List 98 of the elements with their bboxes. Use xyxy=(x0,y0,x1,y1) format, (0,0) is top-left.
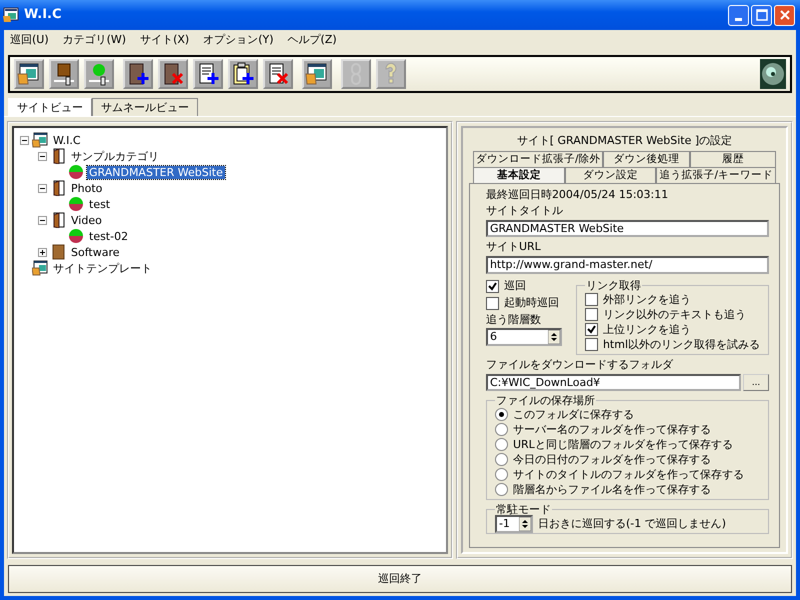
browse-button[interactable]: ... xyxy=(743,374,769,392)
tree-item[interactable]: サンプルカテゴリ xyxy=(69,150,161,163)
tree-item[interactable]: test-02 xyxy=(87,230,130,243)
checkbox-label: リンク以外のテキストも追う xyxy=(602,308,746,321)
tree-item[interactable]: Photo xyxy=(69,182,104,195)
radio-label: 階層名からファイル名を作って保存する xyxy=(512,483,711,496)
tree-item[interactable]: W.I.C xyxy=(51,134,83,147)
ball-icon xyxy=(68,164,84,180)
radio-button[interactable] xyxy=(494,483,508,496)
radio-label: このフォルダに保存する xyxy=(512,408,634,422)
site-url-field[interactable]: http://www.grand-master.net/ xyxy=(486,256,769,274)
folder-field[interactable]: C:¥WIC_DownLoad¥ xyxy=(486,374,741,392)
tree-item[interactable]: Video xyxy=(69,214,104,227)
ball-slider-button[interactable] xyxy=(84,59,114,89)
maximize-button[interactable] xyxy=(751,4,772,26)
field-label: サイトURL xyxy=(486,240,542,254)
group-title: 常駐モード xyxy=(494,503,552,516)
checkbox-label: 起動時巡回 xyxy=(504,296,559,310)
spin-arrows-icon[interactable] xyxy=(548,330,560,344)
menu-item[interactable]: 巡回(U) xyxy=(10,33,49,48)
radio-button[interactable] xyxy=(494,408,508,422)
ball-icon xyxy=(68,196,84,212)
group-title: リンク取得 xyxy=(584,278,642,292)
checkbox-label: 外部リンクを追う xyxy=(602,292,691,306)
view-tab[interactable]: サイトビュー xyxy=(8,98,92,116)
clipboard-add-button[interactable] xyxy=(228,59,258,89)
menu-item[interactable]: オプション(Y) xyxy=(203,33,274,48)
depth-spinner[interactable]: 6 xyxy=(486,328,562,346)
expand-toggle[interactable] xyxy=(38,248,47,257)
settings-tab[interactable]: ダウン後処理 xyxy=(603,151,690,167)
ball-icon xyxy=(68,228,84,244)
radio-label: 今日の日付のフォルダを作って保存する xyxy=(512,453,711,466)
book-icon xyxy=(50,244,66,260)
settings-tab[interactable]: 追う拡張子/キーワード xyxy=(656,166,776,183)
radio-button[interactable] xyxy=(494,438,508,452)
window-folder-button[interactable] xyxy=(14,59,44,89)
panel-title: サイト[ GRANDMASTER WebSite ]の設定 xyxy=(516,133,734,150)
menu-item[interactable]: カテゴリ(W) xyxy=(62,33,126,48)
checkbox[interactable] xyxy=(584,308,598,321)
page-add-button[interactable] xyxy=(193,59,223,89)
checkbox[interactable] xyxy=(584,292,598,306)
checkbox[interactable] xyxy=(584,338,598,351)
view-tab[interactable]: サムネールビュー xyxy=(92,98,198,116)
checkbox[interactable] xyxy=(584,322,598,336)
checkbox[interactable] xyxy=(486,280,499,292)
checkbox-label: 巡回 xyxy=(504,279,526,293)
minimize-button[interactable] xyxy=(728,4,749,26)
settings-tab[interactable]: 基本設定 xyxy=(472,166,565,183)
radio-button[interactable] xyxy=(494,453,508,466)
box-slider-icon xyxy=(52,62,76,86)
radio-label: URLと同じ階層のフォルダを作って保存する xyxy=(512,438,733,452)
tree-item[interactable]: サイトテンプレート xyxy=(51,262,154,275)
group-title: ファイルの保存場所 xyxy=(494,394,596,408)
menu-item[interactable]: サイト(X) xyxy=(140,33,190,48)
menu-item[interactable]: ヘルプ(Z) xyxy=(288,33,337,48)
book-delete-button[interactable] xyxy=(158,59,188,89)
window-folder-button[interactable] xyxy=(302,59,332,89)
tree-item[interactable]: Software xyxy=(69,246,122,259)
window-folder-icon xyxy=(32,260,48,276)
last-patrol-text: 最終巡回日時2004/05/24 15:03:11 xyxy=(486,188,670,201)
maximize-icon xyxy=(756,9,768,21)
window-title: W.I.C xyxy=(24,7,63,23)
checkbox-label: html以外のリンク取得を試みる xyxy=(602,338,760,351)
tree-item[interactable]: test xyxy=(87,198,112,211)
tree-item[interactable]: GRANDMASTER WebSite xyxy=(87,166,225,179)
window-folder-icon xyxy=(17,62,41,86)
interval-spinner[interactable]: -1 xyxy=(494,514,533,533)
settings-tab[interactable]: ダウン設定 xyxy=(564,166,656,183)
window-folder-icon xyxy=(305,62,329,86)
field-label: サイトタイトル xyxy=(486,204,564,217)
window-folder-icon xyxy=(32,132,48,148)
radio-label: サーバー名のフォルダを作って保存する xyxy=(512,423,711,436)
close-button[interactable] xyxy=(774,4,795,26)
book-add-button[interactable] xyxy=(123,59,153,89)
spin-arrows-icon[interactable] xyxy=(518,516,531,531)
expand-toggle[interactable] xyxy=(20,136,29,145)
settings-tab[interactable]: 履歴 xyxy=(690,151,776,167)
radio-label: サイトのタイトルのフォルダを作って保存する xyxy=(512,468,744,482)
checkbox[interactable] xyxy=(486,296,499,310)
app-icon xyxy=(3,7,19,23)
checkbox-label: 上位リンクを追う xyxy=(602,322,691,336)
expand-toggle[interactable] xyxy=(38,152,47,161)
field-label: 追う階層数 xyxy=(486,312,542,326)
close-icon xyxy=(778,9,790,21)
radio-button[interactable] xyxy=(494,423,508,436)
clipboard-add-icon xyxy=(231,62,255,86)
expand-toggle[interactable] xyxy=(38,216,47,225)
page-delete-button[interactable] xyxy=(263,59,293,89)
field-label: ファイルをダウンロードするフォルダ xyxy=(486,358,674,371)
radio-button[interactable] xyxy=(494,468,508,482)
box-slider-button[interactable] xyxy=(49,59,79,89)
expand-toggle[interactable] xyxy=(38,184,47,193)
ball-slider-icon xyxy=(87,62,111,86)
site-title-field[interactable]: GRANDMASTER WebSite xyxy=(486,220,769,238)
disc-logo-icon xyxy=(760,59,786,89)
status-bar: 巡回終了 xyxy=(8,565,792,593)
interval-text: 日おきに巡回する(-1 で巡回しません) xyxy=(538,517,726,531)
minimize-icon xyxy=(735,18,742,20)
